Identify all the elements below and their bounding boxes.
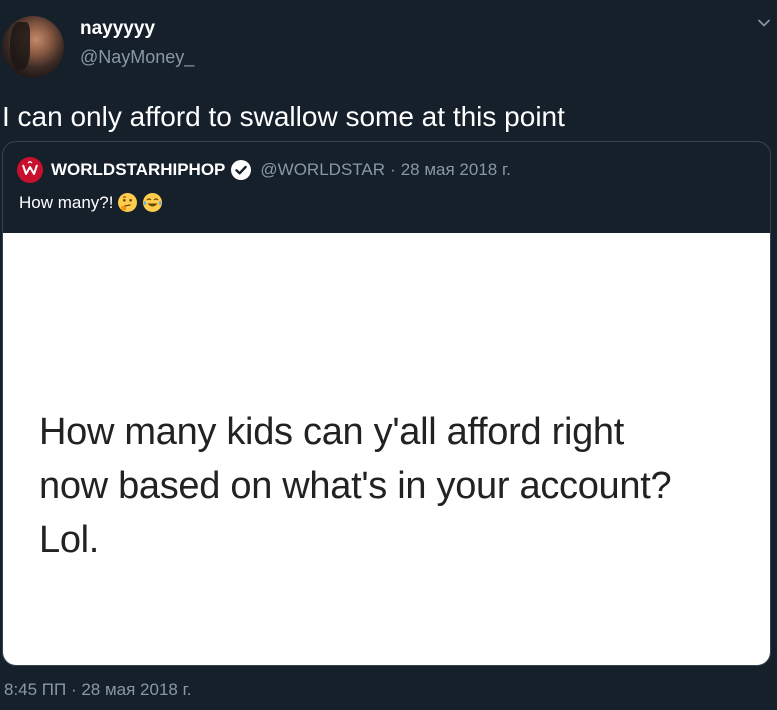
quoted-display-name[interactable]: WORLDSTARHIPHOP (51, 160, 225, 180)
quoted-tweet-header: WORLDSTARHIPHOP @WORLDSTAR · 28 мая 2018… (17, 157, 511, 183)
quoted-tweet[interactable]: WORLDSTARHIPHOP @WORLDSTAR · 28 мая 2018… (2, 141, 771, 666)
tweet-header: nayyyyy @NayMoney_ (0, 0, 777, 90)
image-caption: How many kids can y'all afford right now… (39, 405, 759, 567)
quoted-date[interactable]: 28 мая 2018 г. (401, 160, 511, 180)
tweet-page: nayyyyy @NayMoney_ I can only afford to … (0, 0, 777, 710)
image-caption-line: Lol. (39, 519, 100, 561)
tweet-timestamp[interactable]: 8:45 ПП · 28 мая 2018 г. (4, 679, 191, 701)
image-caption-line: How many kids can y'all afford right (39, 411, 625, 453)
avatar[interactable] (2, 16, 64, 78)
display-name[interactable]: nayyyyy (80, 18, 155, 40)
quoted-handle[interactable]: @WORLDSTAR (260, 160, 385, 180)
quoted-tweet-text-row: How many?! (19, 192, 163, 213)
tears-of-joy-emoji (142, 192, 163, 213)
separator-dot: · (390, 160, 396, 179)
thinking-face-emoji (117, 192, 138, 213)
quoted-tweet-text: How many?! (19, 192, 114, 212)
quoted-tweet-image[interactable]: How many kids can y'all afford right now… (3, 233, 770, 665)
image-caption-line: now based on what's in your account? (39, 465, 672, 507)
user-handle[interactable]: @NayMoney_ (80, 46, 194, 68)
worldstar-logo-icon (17, 157, 43, 183)
verified-badge-icon (230, 159, 252, 181)
chevron-down-icon[interactable] (757, 16, 771, 30)
tweet-text: I can only afford to swallow some at thi… (2, 101, 565, 132)
